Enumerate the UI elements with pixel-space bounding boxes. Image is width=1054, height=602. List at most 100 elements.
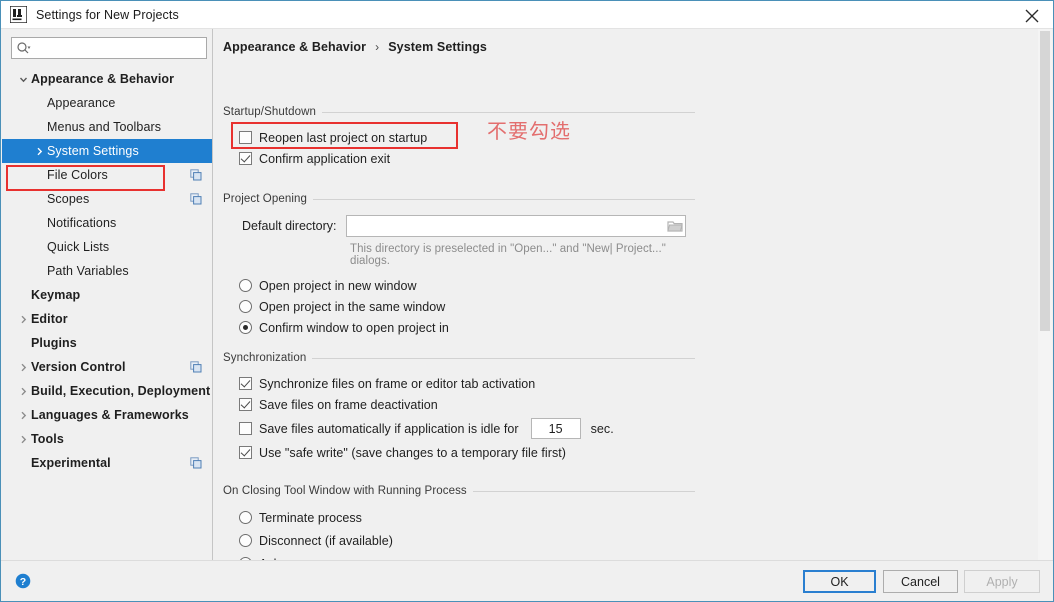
option-synchronize-files[interactable]: Synchronize files on frame or editor tab…: [239, 373, 695, 394]
radio-confirm-window-to-open[interactable]: [239, 321, 252, 334]
folder-icon[interactable]: [667, 219, 684, 233]
sidebar-item-file-colors[interactable]: File Colors: [2, 163, 212, 187]
checkbox-save-automatically-idle[interactable]: [239, 422, 252, 435]
sidebar-item-quick-lists[interactable]: Quick Lists: [2, 235, 212, 259]
sidebar-item-build-execution-deployment[interactable]: Build, Execution, Deployment: [2, 379, 212, 403]
chevron-right-icon[interactable]: [16, 408, 31, 423]
title-bar: Settings for New Projects: [1, 1, 1053, 29]
sidebar-item-menus-and-toolbars[interactable]: Menus and Toolbars: [2, 115, 212, 139]
sidebar-item-notifications[interactable]: Notifications: [2, 211, 212, 235]
sidebar-item-tools[interactable]: Tools: [2, 427, 212, 451]
sidebar-item-experimental[interactable]: Experimental: [2, 451, 212, 475]
settings-content: Appearance & Behavior › System Settings …: [214, 29, 1039, 571]
chevron-down-icon[interactable]: [16, 72, 31, 87]
dialog-footer: ? OK Cancel Apply: [1, 560, 1053, 601]
group-header: Project Opening: [223, 192, 695, 206]
idle-seconds-field[interactable]: [530, 418, 581, 439]
checkbox-save-on-deactivation[interactable]: [239, 398, 252, 411]
sidebar-item-label: Quick Lists: [47, 240, 110, 254]
close-icon[interactable]: [1021, 5, 1043, 27]
option-save-automatically-idle[interactable]: Save files automatically if application …: [239, 415, 695, 442]
sidebar-item-label: Notifications: [47, 216, 117, 230]
group-header: On Closing Tool Window with Running Proc…: [223, 484, 695, 498]
chevron-right-icon[interactable]: [16, 360, 31, 375]
group-divider: [312, 198, 695, 200]
checkbox-use-safe-write[interactable]: [239, 446, 252, 459]
chevron-right-icon[interactable]: [16, 312, 31, 327]
radio-disconnect[interactable]: [239, 534, 252, 547]
option-open-project-new-window[interactable]: Open project in new window: [239, 275, 695, 296]
group-header: Startup/Shutdown: [223, 105, 695, 119]
checkbox-synchronize-files[interactable]: [239, 377, 252, 390]
copy-settings-icon[interactable]: [190, 193, 202, 205]
sidebar-item-label: Scopes: [47, 192, 90, 206]
group-divider: [312, 357, 695, 359]
option-label: Open project in the same window: [259, 299, 446, 314]
option-label: Synchronize files on frame or editor tab…: [259, 376, 536, 391]
sidebar-item-label: Keymap: [31, 288, 81, 302]
chevron-right-icon[interactable]: [32, 144, 47, 159]
breadcrumb-root[interactable]: Appearance & Behavior: [223, 40, 366, 54]
sidebar-item-label: Editor: [31, 312, 68, 326]
default-directory-input[interactable]: [351, 217, 668, 235]
sidebar-item-label: Appearance & Behavior: [31, 72, 175, 86]
option-disconnect[interactable]: Disconnect (if available): [239, 529, 695, 552]
apply-button[interactable]: Apply: [964, 570, 1040, 593]
copy-settings-icon[interactable]: [190, 361, 202, 373]
chevron-right-icon[interactable]: [16, 432, 31, 447]
sidebar-item-path-variables[interactable]: Path Variables: [2, 259, 212, 283]
copy-settings-icon[interactable]: [190, 457, 202, 469]
group-divider: [472, 490, 695, 492]
sidebar-item-label: Appearance: [47, 96, 116, 110]
sidebar-item-languages-frameworks[interactable]: Languages & Frameworks: [2, 403, 212, 427]
dialog-body: Appearance & Behavior Appearance Menus and…: [1, 29, 1053, 571]
sidebar-item-scopes[interactable]: Scopes: [2, 187, 212, 211]
option-save-on-deactivation[interactable]: Save files on frame deactivation: [239, 394, 695, 415]
checkbox-reopen-last-project[interactable]: [239, 131, 252, 144]
radio-open-project-new-window[interactable]: [239, 279, 252, 292]
sidebar-item-keymap[interactable]: Keymap: [2, 283, 212, 307]
default-directory-label: Default directory:: [242, 219, 337, 233]
search-input[interactable]: [31, 39, 196, 57]
option-label: Save files automatically if application …: [259, 421, 519, 436]
option-reopen-last-project[interactable]: Reopen last project on startup: [239, 127, 695, 148]
option-open-project-same-window[interactable]: Open project in the same window: [239, 296, 695, 317]
sidebar-item-appearance[interactable]: Appearance: [2, 91, 212, 115]
window-title: Settings for New Projects: [36, 7, 179, 22]
option-label: Save files on frame deactivation: [259, 397, 438, 412]
option-confirm-window-to-open[interactable]: Confirm window to open project in: [239, 317, 695, 338]
radio-terminate-process[interactable]: [239, 511, 252, 524]
sidebar-item-system-settings[interactable]: System Settings: [2, 139, 212, 163]
checkbox-confirm-application-exit[interactable]: [239, 152, 252, 165]
sidebar-item-version-control[interactable]: Version Control: [2, 355, 212, 379]
radio-open-project-same-window[interactable]: [239, 300, 252, 313]
breadcrumb-separator-icon: ›: [375, 40, 380, 54]
copy-settings-icon[interactable]: [190, 169, 202, 181]
annotation-note-text: 不要勾选: [487, 119, 571, 143]
group-header: Synchronization: [223, 351, 695, 365]
default-directory-hint: This directory is preselected in "Open..…: [350, 243, 666, 267]
settings-sidebar: Appearance & Behavior Appearance Menus and…: [2, 29, 213, 562]
option-confirm-application-exit[interactable]: Confirm application exit: [239, 148, 695, 169]
group-project-opening: Project Opening Default directory: This …: [223, 192, 695, 338]
chevron-right-icon[interactable]: [16, 384, 31, 399]
vertical-scrollbar[interactable]: [1038, 29, 1052, 562]
sidebar-item-appearance-behavior[interactable]: Appearance & Behavior: [2, 67, 212, 91]
search-box[interactable]: [11, 37, 207, 59]
idle-seconds-input[interactable]: [534, 420, 577, 437]
group-divider: [322, 111, 695, 113]
sidebar-item-editor[interactable]: Editor: [2, 307, 212, 331]
default-directory-field[interactable]: [346, 215, 687, 237]
ok-button[interactable]: OK: [803, 570, 876, 593]
cancel-button[interactable]: Cancel: [883, 570, 958, 593]
option-terminate-process[interactable]: Terminate process: [239, 506, 695, 529]
option-label: Use "safe write" (save changes to a temp…: [259, 445, 566, 460]
option-label: Terminate process: [259, 510, 362, 525]
sidebar-item-plugins[interactable]: Plugins: [2, 331, 212, 355]
option-use-safe-write[interactable]: Use "safe write" (save changes to a temp…: [239, 442, 695, 463]
help-icon[interactable]: ?: [15, 573, 31, 589]
vertical-scrollbar-thumb[interactable]: [1040, 31, 1050, 331]
